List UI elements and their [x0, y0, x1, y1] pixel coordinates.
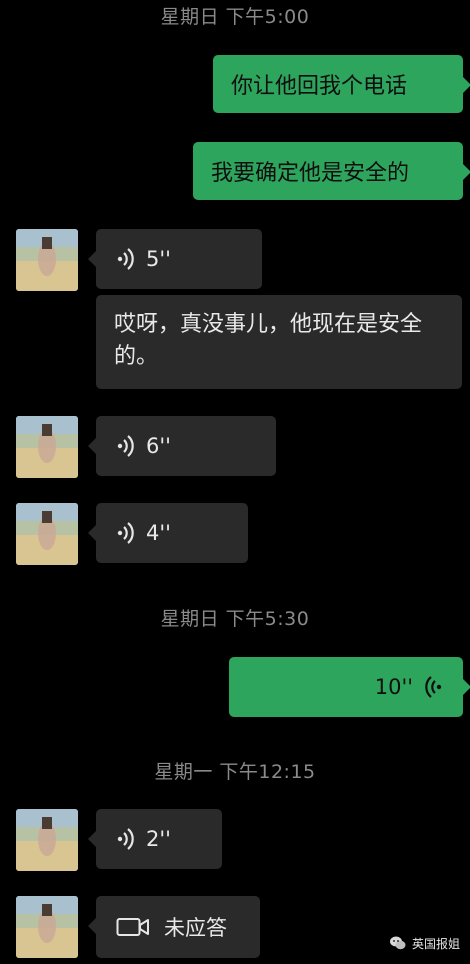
contact-avatar[interactable] — [16, 809, 78, 871]
outgoing-message[interactable]: 你让他回我个电话 — [213, 55, 470, 113]
voice-wave-icon — [117, 248, 134, 270]
outgoing-message[interactable]: 我要确定他是安全的 — [193, 142, 470, 200]
incoming-voice-message[interactable]: 5'' — [88, 229, 262, 289]
watermark: 英国报姐 — [389, 934, 460, 952]
message-text: 哎呀，真没事儿，他现在是安全的。 — [114, 312, 423, 369]
voice-wave-icon — [117, 828, 134, 850]
voice-wave-icon — [425, 676, 442, 698]
timestamp-3: 星期一 下午12:15 — [154, 761, 316, 783]
incoming-voice-message[interactable]: 2'' — [88, 809, 222, 869]
avatar-image — [16, 896, 78, 958]
outgoing-voice-message[interactable]: 10'' — [229, 657, 470, 717]
contact-avatar[interactable] — [16, 896, 78, 958]
contact-avatar[interactable] — [16, 229, 78, 291]
wechat-logo-icon — [389, 936, 406, 950]
incoming-voice-message[interactable]: 4'' — [88, 503, 248, 563]
timestamp-1: 星期日 下午5:00 — [160, 6, 310, 28]
avatar-image — [16, 809, 78, 871]
voice-duration: 6'' — [146, 434, 171, 458]
voice-duration: 2'' — [146, 827, 171, 851]
voice-wave-icon — [117, 522, 134, 544]
voice-duration: 10'' — [374, 675, 413, 699]
avatar-image — [16, 503, 78, 565]
video-call-icon — [116, 918, 149, 936]
contact-avatar[interactable] — [16, 416, 78, 478]
missed-video-call-message[interactable]: 未应答 — [88, 896, 260, 958]
watermark-text: 英国报姐 — [411, 936, 460, 951]
call-status: 未应答 — [164, 916, 227, 940]
timestamp-2: 星期日 下午5:30 — [160, 608, 310, 630]
voice-wave-icon — [117, 435, 134, 457]
avatar-image — [16, 229, 78, 291]
voice-duration: 4'' — [146, 521, 171, 545]
message-text: 我要确定他是安全的 — [211, 161, 410, 186]
avatar-image — [16, 416, 78, 478]
incoming-message[interactable]: 哎呀，真没事儿，他现在是安全的。 — [96, 295, 462, 389]
voice-duration: 5'' — [146, 247, 171, 271]
incoming-voice-message[interactable]: 6'' — [88, 416, 276, 476]
message-text: 你让他回我个电话 — [231, 74, 408, 99]
contact-avatar[interactable] — [16, 503, 78, 565]
